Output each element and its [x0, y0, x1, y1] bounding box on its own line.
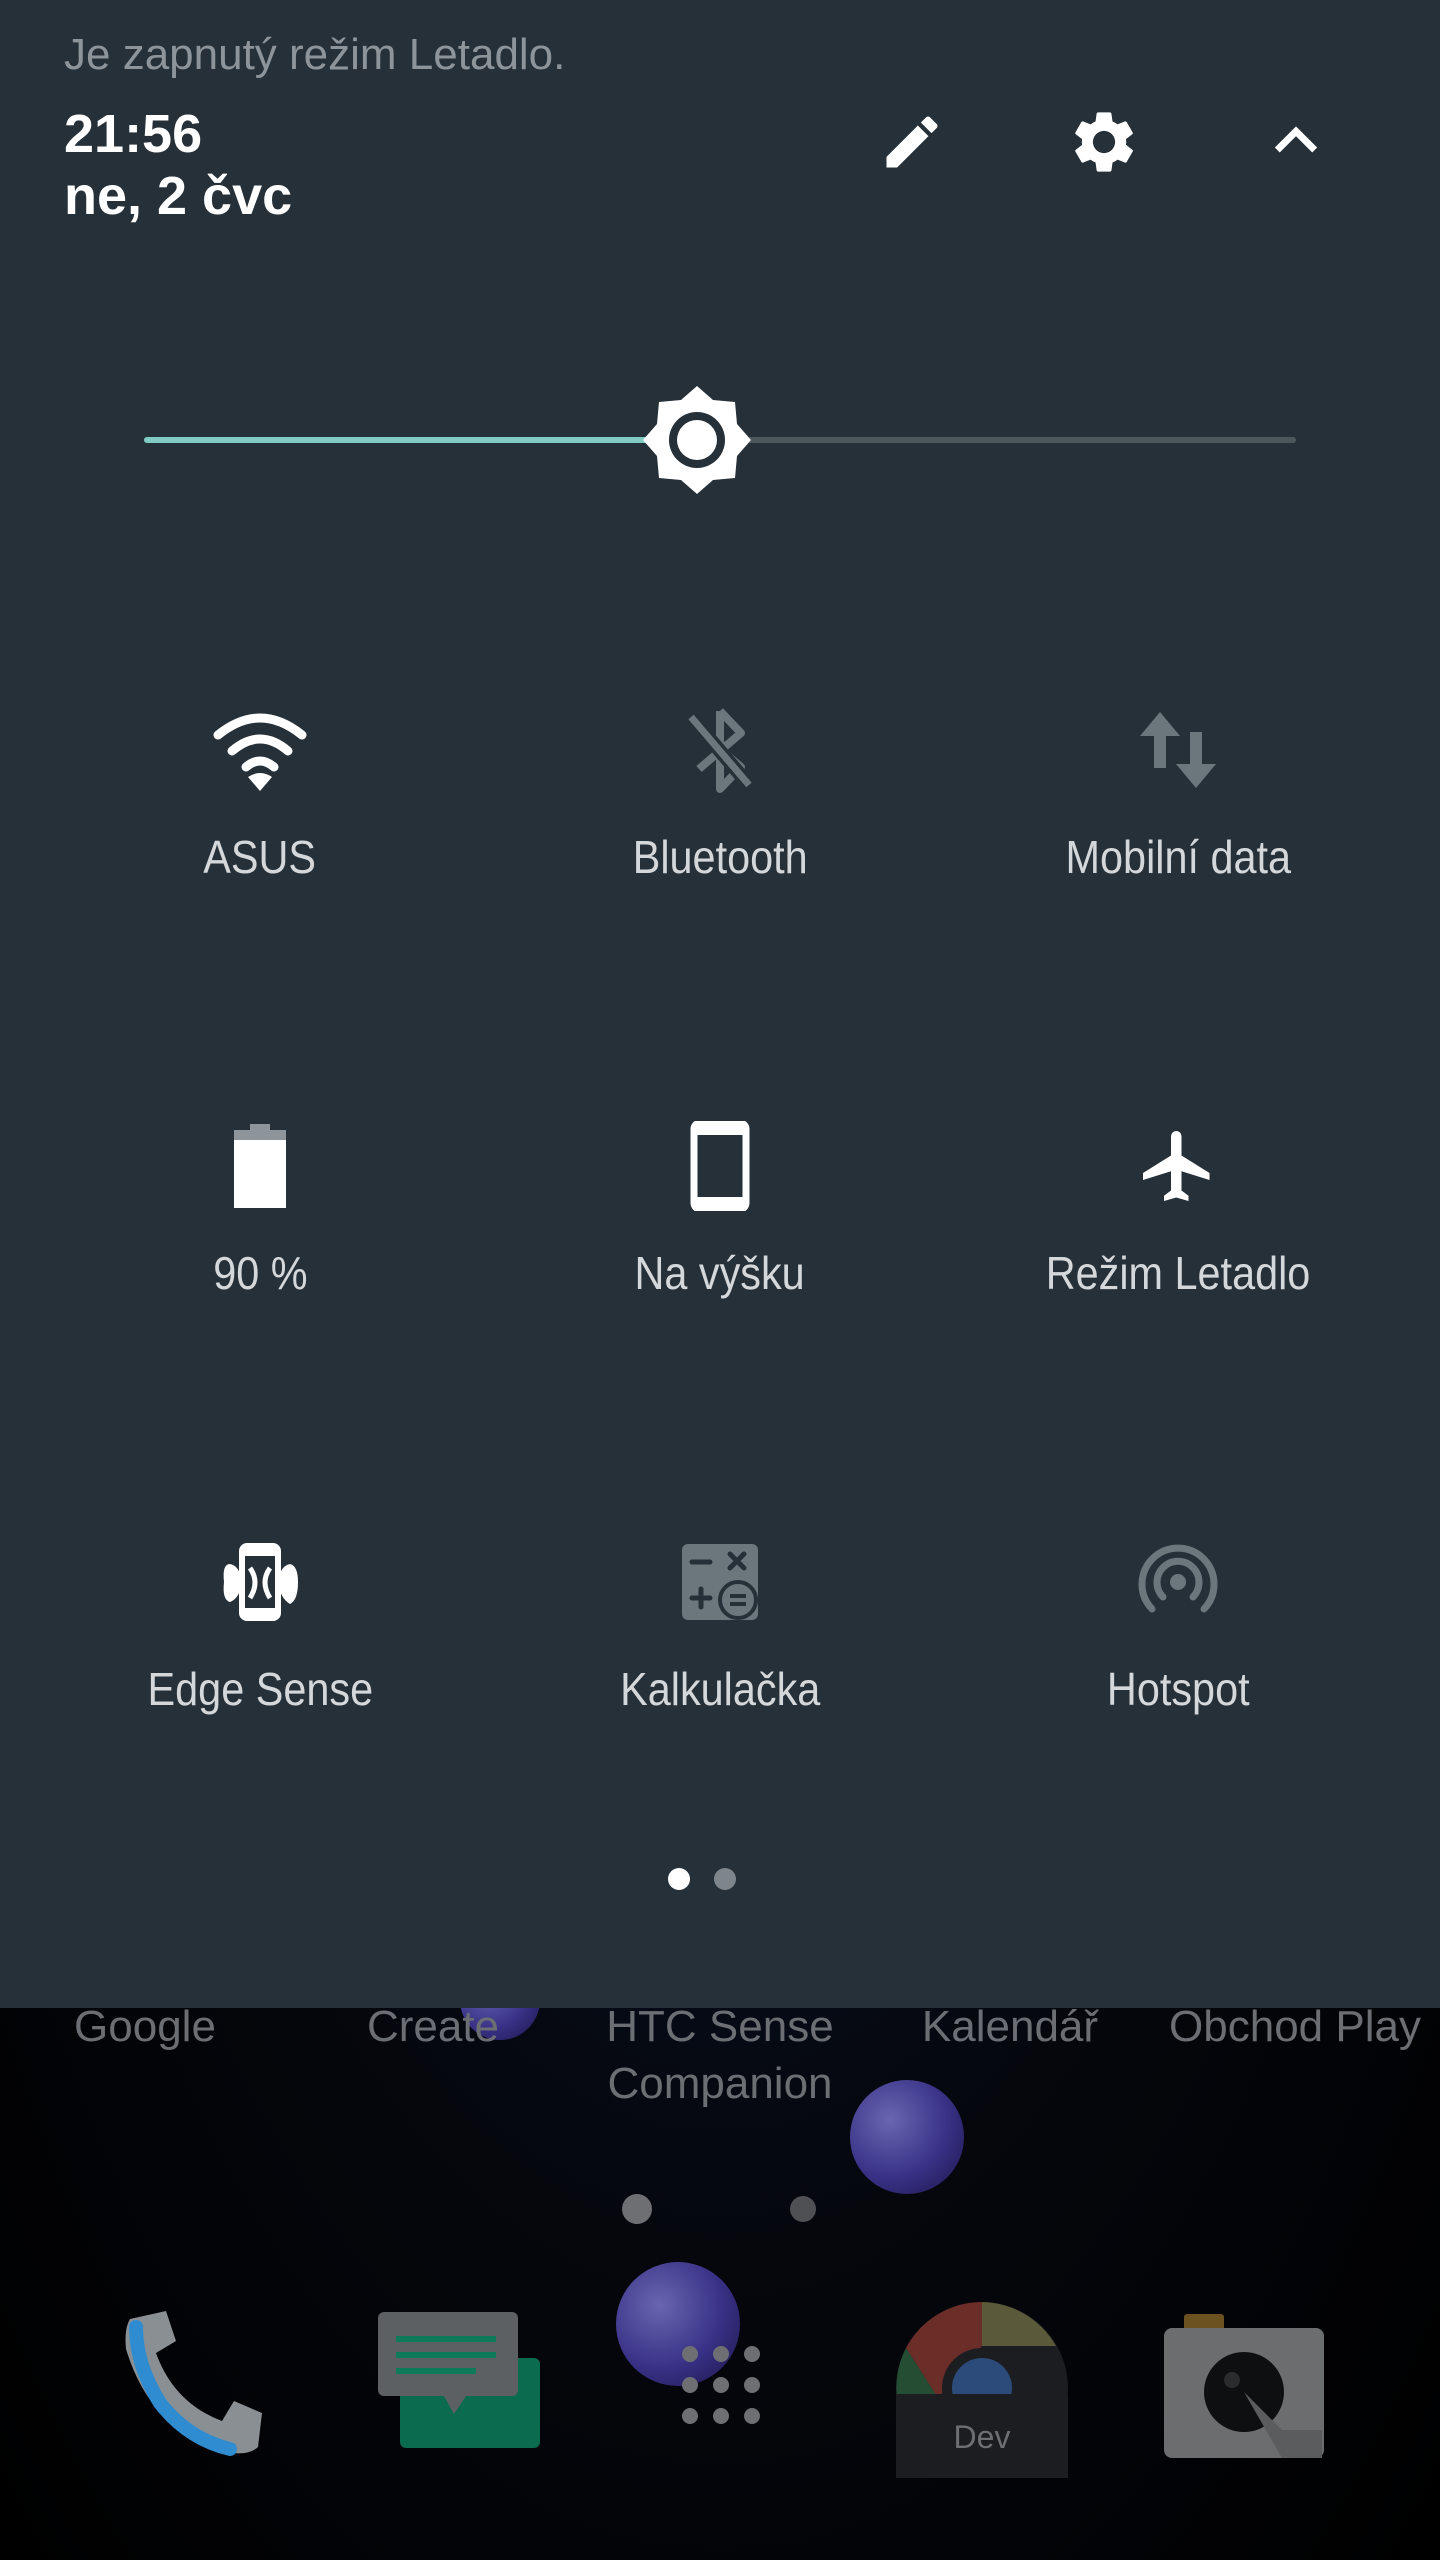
messages-icon[interactable] — [374, 2310, 544, 2470]
brightness-slider[interactable] — [144, 386, 1296, 494]
brightness-thumb[interactable] — [641, 384, 753, 496]
phone-icon[interactable] — [112, 2305, 272, 2465]
tile-wifi[interactable]: ASUS — [40, 700, 480, 960]
edit-button[interactable] — [872, 104, 952, 184]
camera-icon[interactable] — [1162, 2312, 1326, 2460]
chrome-dev-icon[interactable]: Dev — [892, 2298, 1072, 2478]
battery-icon — [210, 1116, 310, 1216]
quick-settings-panel: Je zapnutý režim Letadlo. 21:56 ne, 2 čv… — [0, 0, 1440, 2008]
app-drawer-icon[interactable] — [676, 2340, 766, 2430]
tile-label: Hotspot — [1106, 1663, 1250, 1715]
tile-label: Kalkulačka — [619, 1663, 821, 1715]
tile-label: Bluetooth — [632, 831, 808, 883]
date[interactable]: ne, 2 čvc — [64, 166, 292, 226]
settings-button[interactable] — [1064, 104, 1144, 184]
wifi-icon — [210, 700, 310, 800]
calculator-icon — [670, 1532, 770, 1632]
tile-battery[interactable]: 90 % — [40, 1116, 480, 1376]
home-page-dot — [790, 2196, 816, 2222]
tile-label: Edge Sense — [147, 1663, 373, 1715]
edge-sense-icon — [210, 1532, 310, 1632]
tile-calculator[interactable]: Kalkulačka — [500, 1532, 940, 1792]
chrome-dev-badge: Dev — [954, 2419, 1011, 2455]
airplane-mode-status: Je zapnutý režim Letadlo. — [64, 30, 566, 79]
airplane-icon — [1128, 1116, 1228, 1216]
edit-icon — [878, 108, 946, 181]
tile-label: 90 % — [212, 1247, 308, 1299]
tile-bluetooth[interactable]: Bluetooth — [500, 700, 940, 960]
tile-label: ASUS — [203, 831, 317, 883]
page-indicator — [668, 1868, 736, 1890]
tile-label: Na výšku — [634, 1247, 806, 1299]
tile-edge-sense[interactable]: Edge Sense — [40, 1532, 480, 1792]
portrait-icon — [670, 1116, 770, 1216]
hotspot-icon — [1128, 1532, 1228, 1632]
page-dot[interactable] — [714, 1868, 736, 1890]
settings-icon — [1067, 105, 1141, 184]
home-page-dot — [622, 2194, 652, 2224]
tile-label: Režim Letadlo — [1045, 1247, 1311, 1299]
bluetooth-off-icon — [670, 700, 770, 800]
collapse-button[interactable] — [1256, 104, 1336, 184]
collapse-icon — [1264, 110, 1328, 179]
clock[interactable]: 21:56 — [64, 104, 202, 164]
brightness-icon — [642, 386, 751, 494]
tile-orientation[interactable]: Na výšku — [500, 1116, 940, 1376]
brightness-fill — [144, 437, 697, 443]
tile-label: Mobilní data — [1065, 831, 1291, 883]
tile-mobile-data[interactable]: Mobilní data — [958, 700, 1398, 960]
app-htc-sense-companion[interactable]: HTC Sense Companion — [570, 1998, 870, 2112]
tile-hotspot[interactable]: Hotspot — [958, 1532, 1398, 1792]
page-dot-active[interactable] — [668, 1868, 690, 1890]
mobile-data-icon — [1128, 700, 1228, 800]
tile-airplane-mode[interactable]: Režim Letadlo — [958, 1116, 1398, 1376]
